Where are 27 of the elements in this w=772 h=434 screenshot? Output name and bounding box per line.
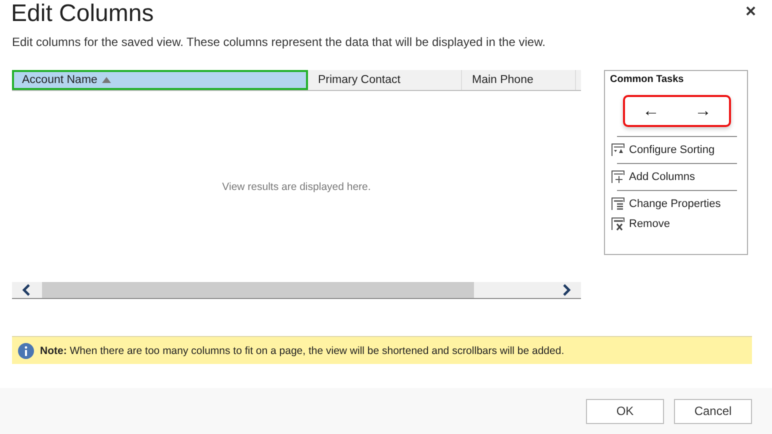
task-link[interactable]: Remove <box>611 217 741 231</box>
remove-column-icon <box>611 217 625 231</box>
move-left-button[interactable]: ← <box>638 101 664 121</box>
dialog-description: Edit columns for the saved view. These columns represent the data that will be displayed in the view. <box>12 35 546 49</box>
scrollbar-thumb[interactable] <box>42 282 474 298</box>
dialog-button[interactable]: Cancel <box>674 398 752 424</box>
column-header[interactable]: Account Name <box>12 70 308 90</box>
scroll-right-icon[interactable] <box>560 284 572 296</box>
column-header[interactable]: Primary Contact <box>308 70 462 90</box>
scroll-left-icon[interactable] <box>21 284 33 296</box>
info-icon <box>18 342 34 358</box>
properties-icon <box>611 197 625 211</box>
panel-title: Common Tasks <box>610 74 685 85</box>
sort-grid-icon <box>611 143 625 157</box>
horizontal-scrollbar[interactable] <box>12 282 581 299</box>
dialog-button[interactable]: OK <box>586 398 664 424</box>
empty-message: View results are displayed here. <box>222 180 371 192</box>
move-right-button[interactable]: → <box>690 101 716 121</box>
column-header[interactable]: Main Phone <box>462 70 576 90</box>
dialog-title: Edit Columns <box>11 0 154 28</box>
sort-ascending-icon <box>102 77 112 83</box>
task-link[interactable]: Change Properties <box>611 197 741 211</box>
task-link[interactable]: Configure Sorting <box>611 143 741 157</box>
note-text: Note: When there are too many columns to fit on a page, the view will be shortened and scrollbars will be added. <box>40 344 564 356</box>
close-button[interactable]: × <box>743 0 758 22</box>
task-link[interactable]: Add Columns <box>611 170 741 184</box>
add-column-icon <box>611 170 625 184</box>
